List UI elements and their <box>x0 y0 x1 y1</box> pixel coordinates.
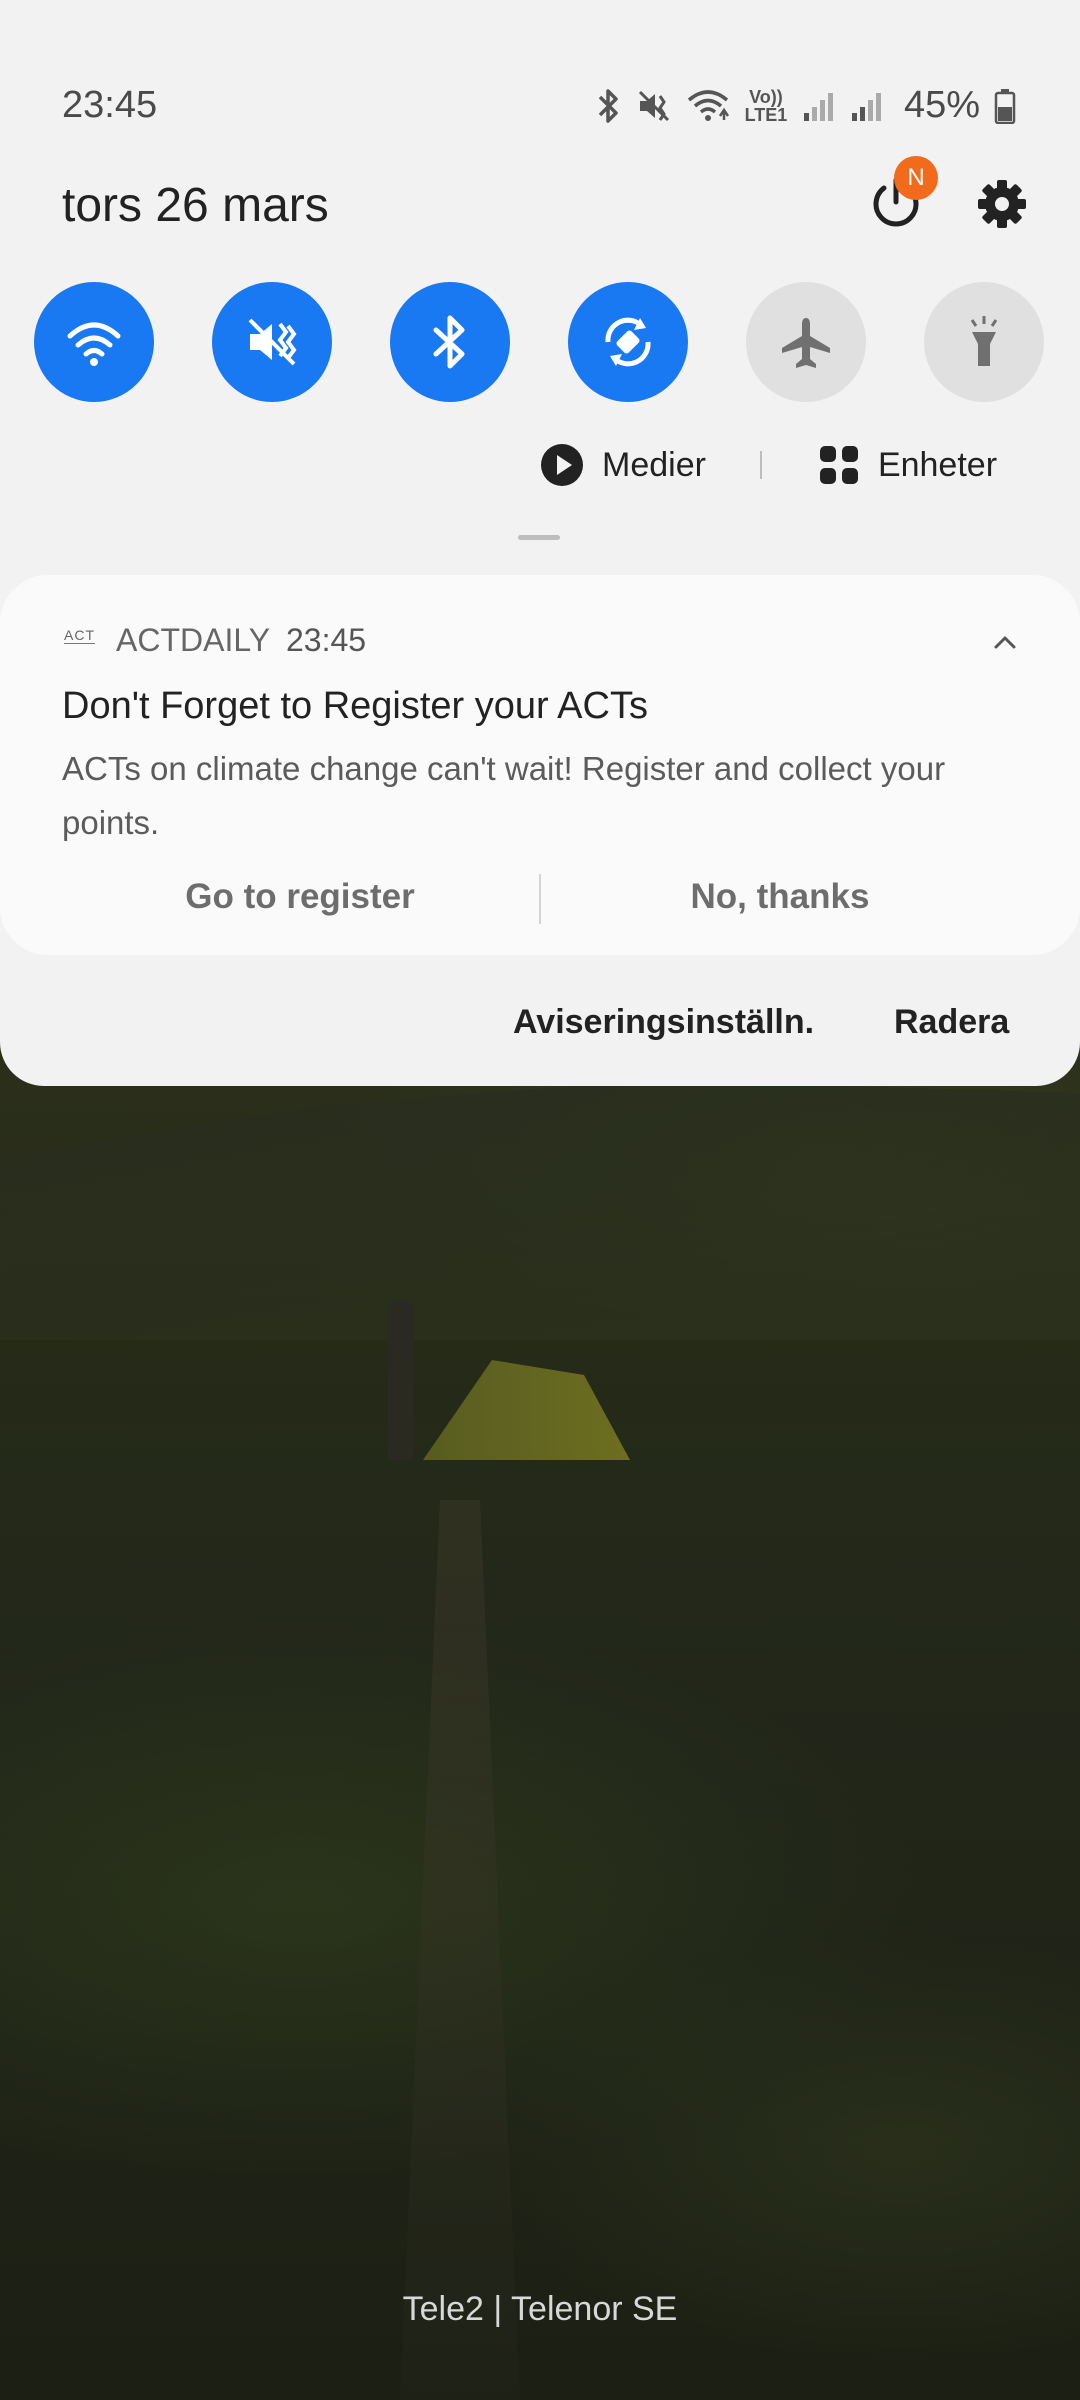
settings-button[interactable] <box>972 174 1032 234</box>
battery-icon <box>994 88 1016 124</box>
media-devices-row: Medier Enheter <box>540 440 997 490</box>
notification-body: ACTs on climate change can't wait! Regis… <box>62 750 946 841</box>
airplane-toggle[interactable] <box>746 282 866 402</box>
no-thanks-button[interactable]: No, thanks <box>580 877 980 917</box>
notification-app-name: ACTDAILY <box>116 622 271 658</box>
signal-icon <box>802 89 836 123</box>
play-icon <box>541 444 583 486</box>
wallpaper-tent <box>423 1360 630 1460</box>
wifi-icon <box>67 322 121 366</box>
wallpaper-person <box>388 1300 414 1460</box>
devices-button[interactable]: Enheter <box>818 444 997 486</box>
notification-time: 23:45 <box>286 622 367 658</box>
media-label: Medier <box>602 445 706 484</box>
divider <box>759 451 762 479</box>
devices-icon <box>819 446 858 484</box>
volte-icon: Vo)) LTE1 <box>744 86 788 125</box>
wifi-call-icon <box>686 88 730 124</box>
carrier-label: Tele2 | Telenor SE <box>402 2290 678 2328</box>
wallpaper-hill <box>0 1080 1080 1340</box>
signal-icon <box>850 89 884 123</box>
wifi-toggle[interactable] <box>34 282 154 402</box>
app-icon: ACT <box>64 627 95 644</box>
battery-percent: 45% <box>903 84 980 126</box>
status-icons: Vo)) LTE1 45% <box>596 84 1016 127</box>
flashlight-toggle[interactable] <box>924 282 1044 402</box>
devices-label: Enheter <box>877 445 998 484</box>
clear-button[interactable]: Radera <box>894 1003 1009 1042</box>
gear-icon <box>978 180 1026 228</box>
notification-panel: 23:45 Vo)) LTE1 45% tors 26 mars N Medie… <box>0 0 1080 1086</box>
date-label: tors 26 mars <box>62 179 329 232</box>
notification-title: Don't Forget to Register your ACTs <box>62 685 648 727</box>
auto-rotate-toggle[interactable] <box>568 282 688 402</box>
status-time: 23:45 <box>62 84 158 126</box>
mute-icon <box>248 318 297 366</box>
bluetooth-toggle[interactable] <box>390 282 510 402</box>
media-button[interactable]: Medier <box>540 443 706 487</box>
quick-toggles <box>34 282 1046 402</box>
auto-rotate-icon <box>605 317 651 367</box>
mute-icon <box>636 88 672 124</box>
action-divider <box>539 874 541 924</box>
wallpaper-path <box>400 1500 520 2400</box>
notification-settings-button[interactable]: Aviseringsinställn. <box>513 1003 814 1042</box>
notification-badge: N <box>894 156 938 200</box>
expand-button[interactable] <box>990 628 1020 658</box>
mute-toggle[interactable] <box>212 282 332 402</box>
bluetooth-icon <box>433 315 465 369</box>
flashlight-icon <box>970 316 998 366</box>
chevron-up-icon <box>994 636 1016 649</box>
panel-drag-handle[interactable] <box>518 535 560 540</box>
airplane-icon <box>782 318 830 368</box>
bluetooth-icon <box>596 87 622 125</box>
go-to-register-button[interactable]: Go to register <box>100 877 500 917</box>
